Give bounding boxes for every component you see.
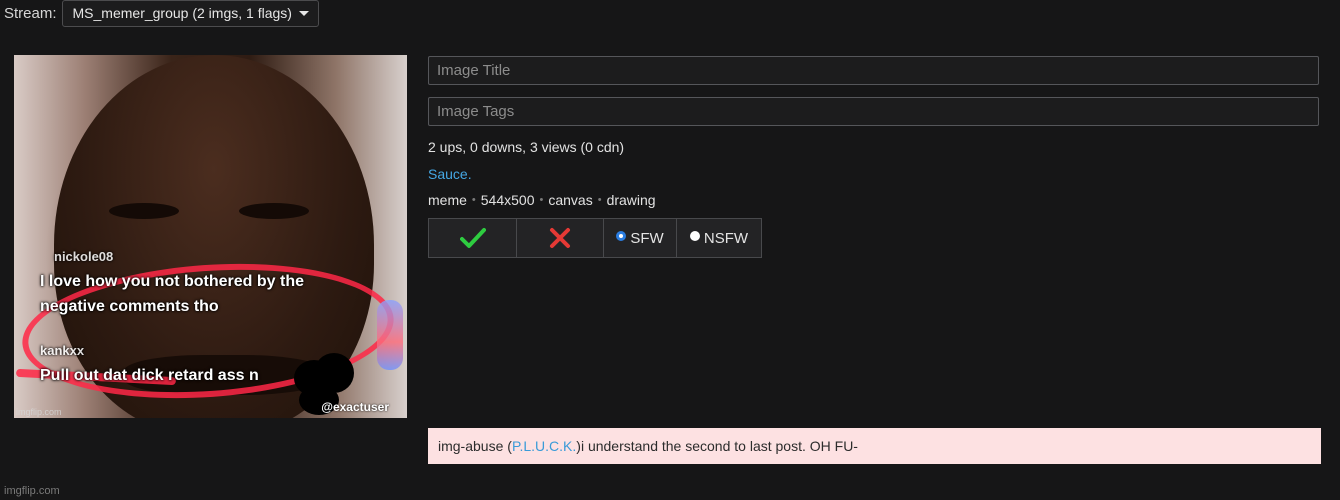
chevron-down-icon	[298, 10, 309, 16]
meme-caption-line3: Pull out dat dick retard ass n	[40, 367, 259, 384]
meme-caption-user1: nickole08	[54, 249, 114, 264]
separator-dot: •	[539, 194, 544, 206]
image-tag-list: meme • 544x500 • canvas • drawing	[428, 192, 656, 208]
stream-dropdown[interactable]: MS_memer_group (2 imgs, 1 flags)	[61, 0, 319, 27]
sfw-radio[interactable]	[616, 231, 627, 241]
meme-caption-user2: kankxx	[40, 343, 85, 358]
meme-caption-line2: negative comments tho	[40, 298, 219, 315]
meme-image: nickole08 I love how you not bothered by…	[14, 55, 407, 418]
meme-caption-line1: I love how you not bothered by the	[40, 273, 305, 290]
disapprove-button[interactable]	[517, 219, 604, 257]
nsfw-label: NSFW	[703, 229, 749, 247]
stream-bar: Stream: MS_memer_group (2 imgs, 1 flags)	[4, 0, 319, 27]
comment-user[interactable]: img-abuse	[438, 438, 503, 454]
side-reaction-icons	[377, 300, 403, 370]
tag-item: meme	[428, 192, 467, 208]
check-icon	[459, 228, 486, 248]
moderation-bar: SFW NSFW	[428, 218, 762, 258]
image-tags-input[interactable]	[428, 97, 1319, 126]
separator-dot: •	[597, 194, 602, 206]
nsfw-option[interactable]: NSFW	[677, 219, 761, 257]
tag-item: 544x500	[480, 192, 535, 208]
stream-label: Stream:	[4, 4, 57, 22]
approve-button[interactable]	[429, 219, 517, 257]
stream-dropdown-value: MS_memer_group (2 imgs, 1 flags)	[72, 5, 292, 21]
sfw-option[interactable]: SFW	[604, 219, 677, 257]
flag-comment: img-abuse ( P.L.U.C.K. ) i understand th…	[428, 428, 1321, 464]
tag-item: drawing	[606, 192, 656, 208]
comment-text: i understand the second to last post. OH…	[580, 438, 858, 454]
comment-mention-link[interactable]: P.L.U.C.K.	[512, 438, 576, 454]
footer-watermark: imgflip.com	[4, 485, 60, 497]
nsfw-radio[interactable]	[689, 231, 700, 241]
meme-caption-tag: @exactuser	[321, 400, 389, 414]
sauce-link[interactable]: Sauce.	[428, 166, 472, 182]
separator-dot: •	[471, 194, 476, 206]
meme-watermark: imgflip.com	[16, 407, 62, 417]
sfw-label: SFW	[630, 229, 664, 247]
meme-eye-left	[109, 203, 179, 219]
image-title-input[interactable]	[428, 56, 1319, 85]
tag-item: canvas	[548, 192, 593, 208]
x-icon	[550, 228, 570, 248]
meme-eye-right	[239, 203, 309, 219]
image-stats: 2 ups, 0 downs, 3 views (0 cdn)	[428, 139, 625, 155]
paren-open: (	[503, 438, 512, 454]
